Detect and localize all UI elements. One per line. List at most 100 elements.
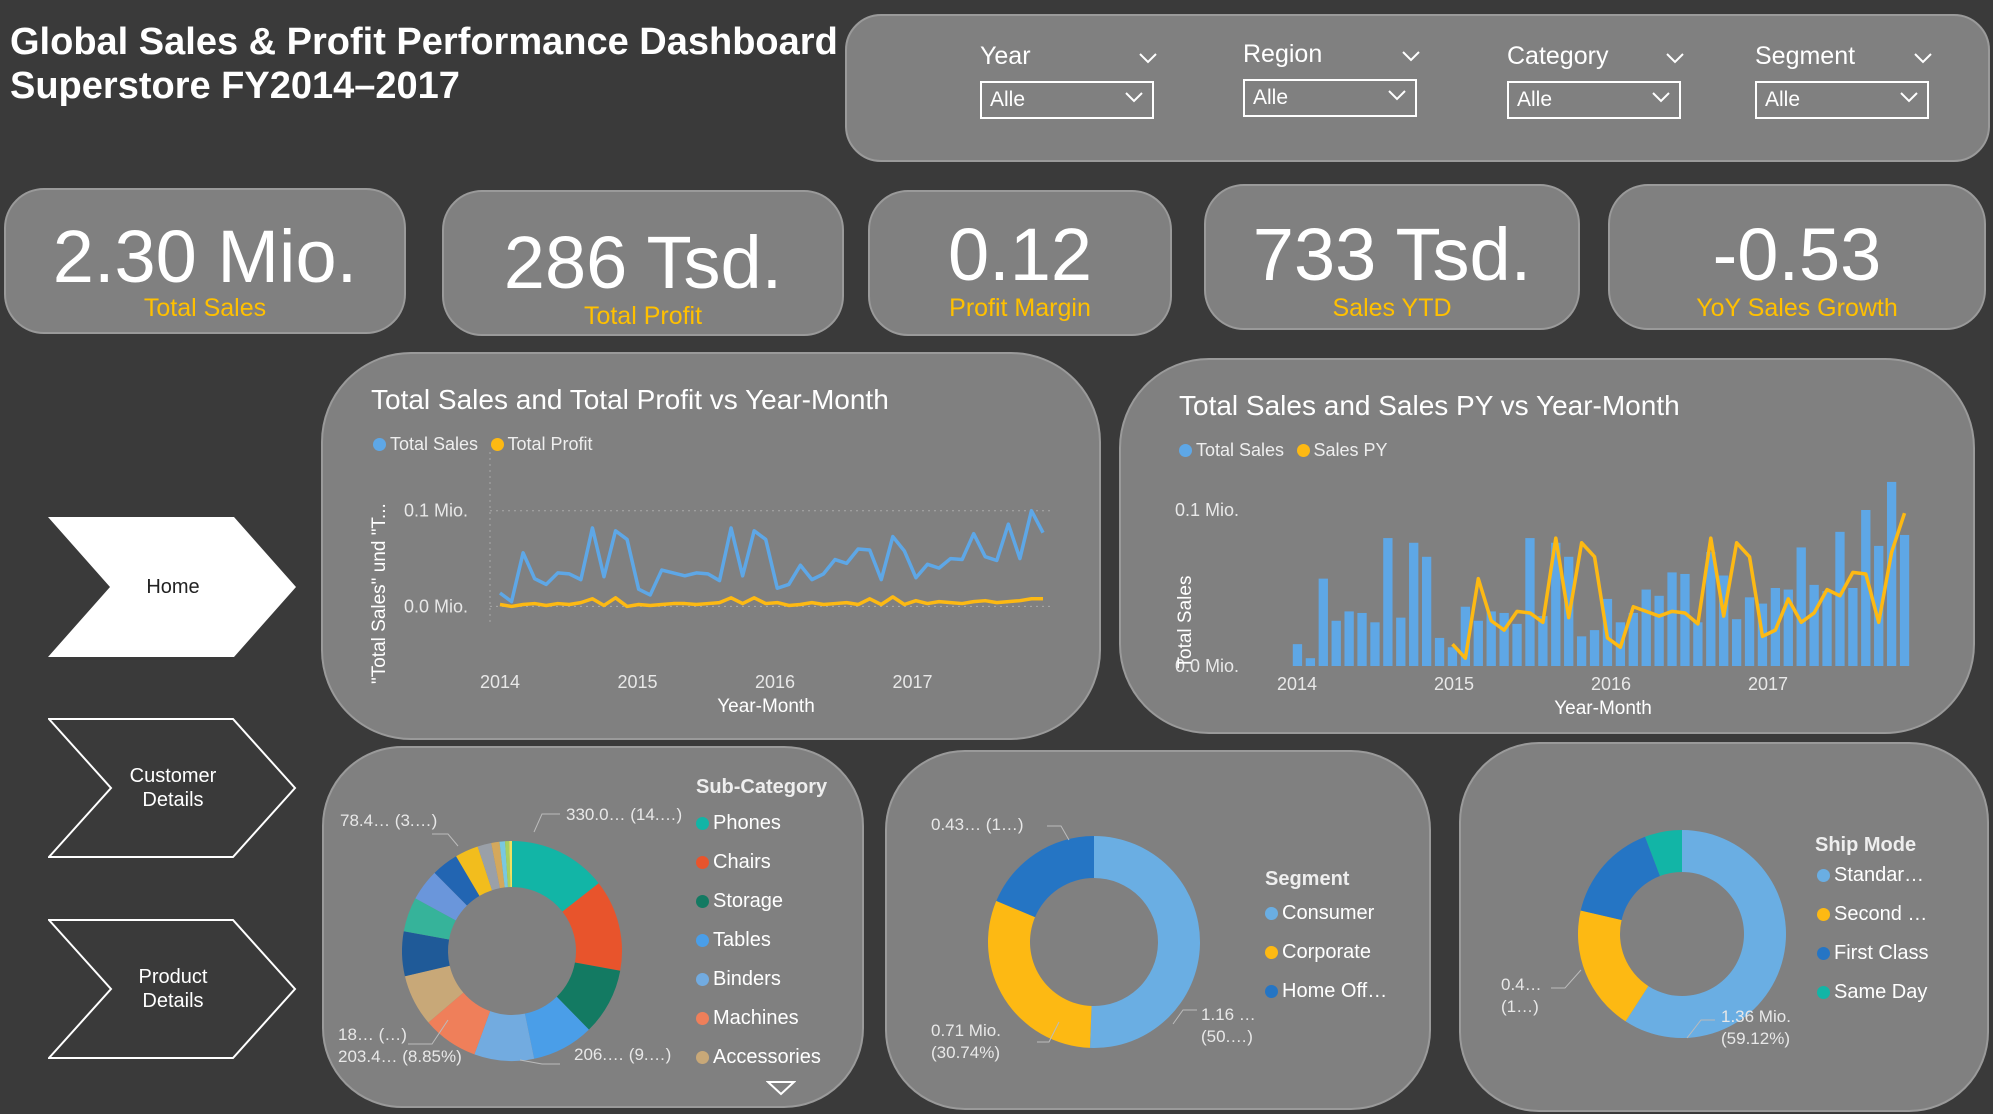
bar <box>1305 658 1316 666</box>
nav-home-label: Home <box>146 576 200 598</box>
chevron-down-icon <box>1899 81 1919 115</box>
line-chart-svg: 0.0 Mio. 0.1 Mio. 2014 2015 2016 2017 Year-Mon… <box>369 452 1053 717</box>
data-label: (50.…) <box>1201 1027 1253 1046</box>
category-slicer-label: Category <box>1507 42 1609 70</box>
legend-label: Machines <box>713 1007 799 1029</box>
year-slicer[interactable]: Year Alle <box>980 42 1158 119</box>
legend-label: Accessories <box>713 1046 821 1068</box>
bar <box>1744 597 1755 666</box>
legend-dot <box>1817 986 1830 999</box>
nav-product-details-button[interactable]: Product Details <box>46 919 298 1059</box>
data-label: 18… (…) <box>338 1025 407 1044</box>
legend-label: Corporate <box>1282 941 1371 963</box>
chevron-down-icon[interactable] <box>1913 48 1933 69</box>
category-dropdown[interactable]: Alle <box>1507 81 1681 119</box>
triangle-down-icon[interactable] <box>766 1080 796 1096</box>
bar <box>1796 547 1806 666</box>
data-label: (30.74%) <box>931 1043 1000 1062</box>
kpi-value: 2.30 Mio. <box>52 215 358 298</box>
data-label: (59.12%) <box>1721 1029 1790 1048</box>
region-slicer[interactable]: Region Alle <box>1243 40 1421 117</box>
chevron-down-icon[interactable] <box>1665 48 1685 69</box>
bar <box>1318 578 1328 666</box>
data-label: 1.16 … <box>1201 1005 1256 1024</box>
legend-dot <box>696 973 709 986</box>
data-label: 0.4… <box>1501 975 1542 994</box>
nav-customer-details-button[interactable]: Customer Details <box>46 718 298 858</box>
leader-line <box>432 833 459 847</box>
kpi-value: 0.12 <box>947 213 1093 296</box>
year-dropdown[interactable]: Alle <box>980 81 1154 119</box>
legend-item: Accessories <box>696 1038 821 1077</box>
bar <box>1409 542 1419 666</box>
chevron-down-icon <box>1124 81 1144 115</box>
legend-item: Corporate <box>1265 933 1387 972</box>
y-tick-label: 0.1 Mio. <box>404 501 468 521</box>
sales-vs-py-chart-card: Total Sales and Sales PY vs Year-Month T… <box>1119 358 1975 734</box>
legend-dot <box>1817 908 1830 921</box>
legend-dot <box>1265 985 1278 998</box>
data-label: 1.36 Mio. <box>1721 1007 1791 1026</box>
data-label: 0.43… (1…) <box>931 815 1024 834</box>
bar <box>1680 573 1690 666</box>
chevron-down-icon[interactable] <box>1401 46 1421 67</box>
bar <box>1576 636 1587 666</box>
leader-line <box>533 813 560 833</box>
category-dropdown-value: Alle <box>1517 88 1553 111</box>
data-label: 206.… (9.…) <box>574 1045 672 1064</box>
category-slicer[interactable]: Category Alle <box>1507 42 1685 119</box>
segment-slicer[interactable]: Segment Alle <box>1755 42 1933 119</box>
bar <box>1693 622 1703 666</box>
region-dropdown[interactable]: Alle <box>1243 79 1417 117</box>
legend-title: Sub-Category <box>696 776 828 798</box>
series-line-total-profit <box>499 595 1043 609</box>
kpi-label: Total Sales <box>143 294 267 322</box>
legend-item: Standar… <box>1817 856 1928 895</box>
kpi-label: YoY Sales Growth <box>1696 294 1898 322</box>
bar <box>1292 644 1303 666</box>
legend-title: Ship Mode <box>1815 834 1917 856</box>
bar <box>1822 591 1832 666</box>
donut-slice-home-office <box>996 836 1094 918</box>
bar <box>1641 589 1651 666</box>
chevron-down-icon[interactable] <box>1138 48 1158 69</box>
bar <box>1848 588 1858 666</box>
leader-line <box>1047 825 1070 841</box>
kpi-value: -0.53 <box>1712 213 1882 296</box>
legend-item: Second … <box>1817 895 1928 934</box>
nav-customer-details-label: Customer Details <box>129 765 217 811</box>
title-line-2: Superstore FY2014–2017 <box>10 65 460 107</box>
legend-item: Phones <box>696 804 821 843</box>
bar <box>1357 612 1367 666</box>
bar <box>1525 538 1535 666</box>
nav-home-button[interactable]: Home <box>48 517 298 657</box>
bar <box>1396 617 1406 666</box>
bar <box>1512 623 1522 666</box>
bar <box>1899 534 1910 666</box>
legend-label: Second … <box>1834 903 1928 925</box>
data-label: 0.71 Mio. <box>931 1021 1001 1040</box>
region-slicer-label: Region <box>1243 40 1323 68</box>
bar <box>1473 620 1483 666</box>
segment-donut-card: 0.43… (1…) 0.71 Mio. (30.74%) 1.16 … (50… <box>885 750 1431 1110</box>
legend-dot <box>696 817 709 830</box>
bar <box>1383 538 1393 666</box>
x-tick-label: 2016 <box>755 672 795 692</box>
chevron-down-icon <box>1651 81 1671 115</box>
bar <box>1731 619 1742 666</box>
kpi-total-profit: 286 Tsd. Total Profit <box>442 190 844 336</box>
year-slicer-label: Year <box>980 42 1031 70</box>
kpi-label: Profit Margin <box>949 294 1091 322</box>
legend-label: Same Day <box>1834 981 1928 1003</box>
sales-profit-line-chart-card: Total Sales and Total Profit vs Year-Mon… <box>321 352 1101 740</box>
legend-item: Same Day <box>1817 973 1928 1012</box>
kpi-total-sales: 2.30 Mio. Total Sales <box>4 188 406 334</box>
nav-product-details-label: Product Details <box>138 966 208 1012</box>
data-label: 330.0… (14.…) <box>566 805 683 824</box>
legend-label: Tables <box>713 929 771 951</box>
year-dropdown-value: Alle <box>990 88 1026 111</box>
legend-dot <box>1265 946 1278 959</box>
chevron-down-icon <box>1387 79 1407 113</box>
legend-dot <box>696 934 709 947</box>
segment-dropdown[interactable]: Alle <box>1755 81 1929 119</box>
